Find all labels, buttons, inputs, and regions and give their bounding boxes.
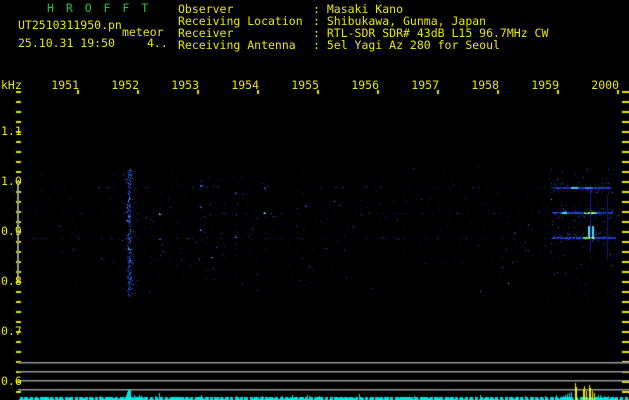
freq-axis-label: 1.0: [1, 174, 22, 188]
station-info-value: : 5el Yagi Az 280 for Seoul: [313, 38, 500, 52]
freq-axis-label: 0.6: [1, 374, 22, 388]
time-axis-label: 1959: [531, 78, 559, 92]
spectrogram-canvas: [0, 0, 629, 400]
app-title: H R O F F T: [47, 1, 151, 15]
time-axis-label: 1956: [351, 78, 379, 92]
time-axis-label: 1953: [171, 78, 199, 92]
time-axis-label: 1951: [51, 78, 79, 92]
time-axis-label: 1954: [231, 78, 259, 92]
time-axis-label: 2000: [591, 78, 619, 92]
time-axis-label: 1955: [291, 78, 319, 92]
freq-unit-label: kHz: [1, 78, 22, 92]
time-axis-label: 1957: [411, 78, 439, 92]
time-axis-label: 1952: [111, 78, 139, 92]
datetime-label: 25.10.31 19:50: [18, 36, 115, 50]
station-info-key: Receiving Antenna: [178, 38, 296, 52]
echo-count: 4..: [147, 36, 168, 50]
hrofft-screen: H R O F F T UT2510311950.pn meteor 25.10…: [0, 0, 629, 400]
freq-axis-label: 0.7: [1, 324, 22, 338]
freq-axis-label: 1.1: [1, 124, 22, 138]
freq-axis-label: 0.8: [1, 274, 22, 288]
output-filename: UT2510311950.pn: [18, 18, 122, 32]
time-axis-label: 1958: [471, 78, 499, 92]
freq-axis-label: 0.9: [1, 224, 22, 238]
